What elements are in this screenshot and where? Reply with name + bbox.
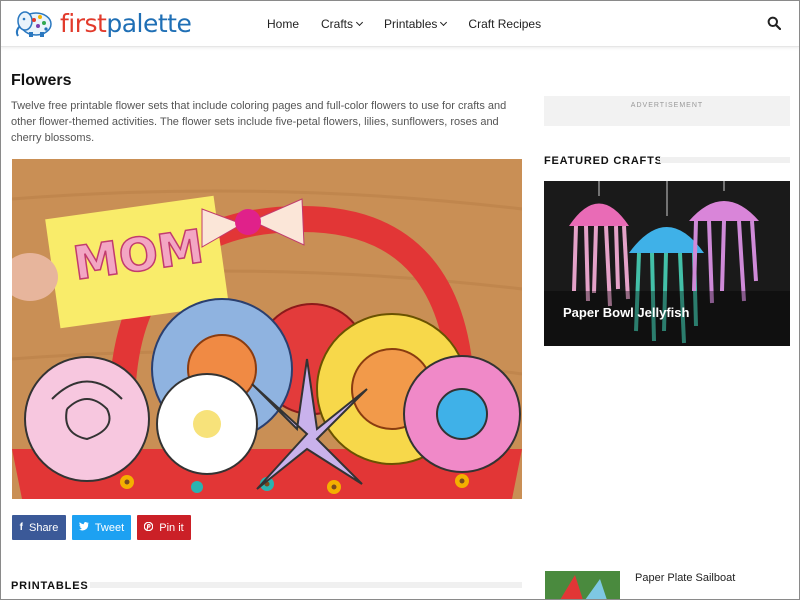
hero-image: MOM <box>12 159 522 499</box>
logo-text-first: first <box>60 8 107 38</box>
featured-crafts-heading: FEATURED CRAFTS <box>544 155 663 167</box>
nav-item-printables[interactable]: Printables <box>384 16 448 31</box>
printables-heading: PRINTABLES <box>11 580 89 592</box>
page-title: Flowers <box>11 72 72 89</box>
nav-item-label: Printables <box>384 16 438 31</box>
nav-item-label: Craft Recipes <box>468 16 542 31</box>
featured-craft-card[interactable]: Paper Bowl Jellyfish <box>544 181 790 346</box>
pinterest-share-button[interactable]: Pin it <box>137 515 191 540</box>
pinterest-icon <box>143 521 154 534</box>
facebook-share-button[interactable]: f Share <box>12 515 66 540</box>
search-icon <box>767 16 782 31</box>
nav-item-label: Crafts <box>321 16 354 31</box>
advertisement-label: ADVERTISEMENT <box>630 102 704 109</box>
sailboat-image <box>545 571 620 600</box>
featured-craft-title: Paper Bowl Jellyfish <box>563 305 690 320</box>
twitter-icon <box>78 521 89 534</box>
facebook-icon: f <box>19 522 23 533</box>
chevron-down-icon <box>440 18 448 26</box>
nav-item-home[interactable]: Home <box>267 17 299 31</box>
share-buttons: f Share Tweet Pin it <box>12 515 197 540</box>
jellyfish-image <box>544 181 790 346</box>
advertisement-box: ADVERTISEMENT <box>544 96 790 126</box>
nav-item-craft-recipes[interactable]: Craft Recipes <box>468 17 541 31</box>
related-craft-title[interactable]: Paper Plate Sailboat <box>635 572 735 584</box>
share-button-label: Pin it <box>159 521 184 534</box>
share-button-label: Share <box>28 521 59 534</box>
logo-wordmark: firstpalette <box>60 8 192 38</box>
section-divider <box>90 582 522 588</box>
chevron-down-icon <box>355 18 364 26</box>
logo-text-second: palette <box>106 8 192 38</box>
twitter-share-button[interactable]: Tweet <box>72 515 131 540</box>
nav-item-label: Home <box>267 16 300 31</box>
related-thumbnail[interactable] <box>545 571 620 600</box>
nav-item-crafts[interactable]: Crafts <box>321 16 364 31</box>
intro-text: Twelve free printable flower sets that i… <box>11 100 507 144</box>
featured-divider <box>660 157 790 163</box>
site-logo[interactable]: firstpalette <box>12 6 192 40</box>
share-button-label: Tweet <box>94 521 125 534</box>
elephant-logo-icon <box>15 11 52 37</box>
site-header: firstpalette Home Crafts Printables Craf… <box>0 0 800 47</box>
search-button[interactable] <box>767 16 782 31</box>
main-nav: Home Crafts Printables Craft Recipes <box>267 0 563 47</box>
